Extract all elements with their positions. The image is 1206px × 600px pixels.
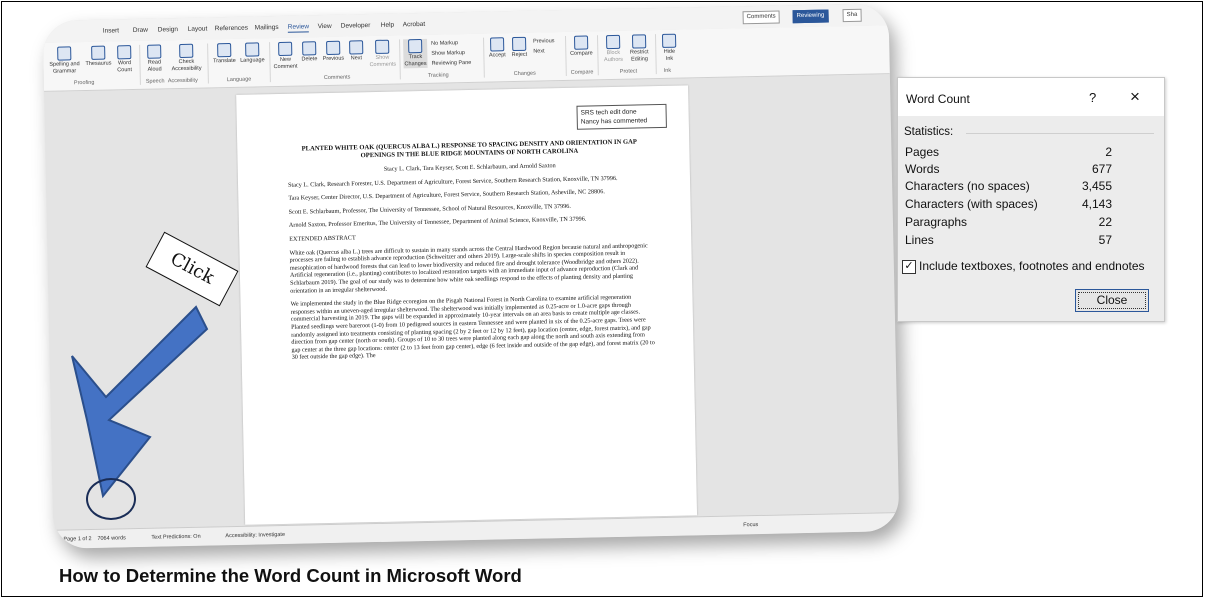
- divider: [966, 133, 1154, 134]
- stat-value: 22: [1098, 215, 1112, 229]
- separator: [399, 39, 401, 80]
- show-markup-button[interactable]: Show Markup: [431, 50, 465, 57]
- comment-line: Nancy has commented: [580, 117, 648, 126]
- hide-ink-icon: [661, 33, 677, 48]
- group-protect: Protect: [619, 68, 638, 75]
- affiliation: Scott E. Schlarbaum, Professor, The Univ…: [288, 202, 571, 216]
- document-body: PLANTED WHITE OAK (QUERCUS ALBA L.) RESP…: [287, 138, 656, 367]
- new-comment-button[interactable]: New Comment: [273, 41, 298, 71]
- tab-developer[interactable]: Developer: [341, 22, 371, 30]
- accept-button[interactable]: Accept: [487, 37, 507, 59]
- group-comments: Comments: [323, 74, 351, 82]
- stat-value: 3,455: [1081, 179, 1112, 193]
- caption: How to Determine the Word Count in Micro…: [59, 565, 522, 586]
- tab-acrobat[interactable]: Acrobat: [403, 21, 426, 28]
- focus-button[interactable]: Focus: [743, 522, 758, 528]
- section-heading: EXTENDED ABSTRACT: [289, 234, 356, 243]
- dialog-title: Word Count: [906, 92, 970, 106]
- stat-value: 2: [1105, 145, 1112, 159]
- previous-comment-icon: [326, 40, 341, 55]
- delete-comment-button[interactable]: Delete: [299, 41, 319, 63]
- reject-icon: [512, 36, 527, 52]
- compare-icon: [573, 35, 589, 50]
- stat-value: 57: [1098, 233, 1112, 247]
- tab-review[interactable]: Review: [287, 23, 310, 33]
- new-comment-icon: [278, 41, 293, 56]
- stat-row: Lines 57: [898, 233, 1164, 250]
- stat-value: 677: [1091, 162, 1112, 176]
- separator: [483, 37, 485, 78]
- separator: [654, 34, 657, 75]
- previous-change-button[interactable]: Previous: [533, 38, 555, 44]
- block-authors-button[interactable]: Block Authors: [601, 34, 626, 64]
- close-button[interactable]: Close: [1075, 289, 1149, 312]
- hide-ink-button[interactable]: Hide Ink: [659, 33, 680, 63]
- stat-label: Characters (with spaces): [905, 197, 1038, 211]
- stat-label: Paragraphs: [905, 215, 968, 229]
- include-textboxes-checkbox[interactable]: ✓: [902, 260, 916, 274]
- document-authors: Stacy L. Clark, Tara Keyser, Scott E. Sc…: [383, 162, 556, 173]
- stat-row: Pages 2: [898, 145, 1164, 162]
- arrow-shape: [71, 305, 209, 499]
- document-page[interactable]: SRS tech edit done Nancy has commented P…: [236, 85, 698, 525]
- next-change-button[interactable]: Next: [533, 48, 544, 54]
- dialog-titlebar: Word Count ? ×: [898, 78, 1164, 116]
- restrict-editing-button[interactable]: Restrict Editing: [627, 34, 652, 63]
- stat-label: Characters (no spaces): [905, 179, 1030, 193]
- next-comment-button[interactable]: Next: [347, 40, 365, 62]
- block-authors-icon: [605, 34, 621, 50]
- accept-icon: [490, 37, 505, 52]
- help-icon[interactable]: ?: [1089, 90, 1096, 105]
- affiliation: Tara Keyser, Center Director, U.S. Depar…: [288, 188, 605, 202]
- comment-box[interactable]: SRS tech edit done Nancy has commented: [576, 103, 667, 130]
- separator: [596, 35, 599, 76]
- delete-comment-icon: [302, 41, 317, 56]
- reviewing-button[interactable]: Reviewing: [792, 9, 829, 24]
- markup-dropdown[interactable]: No Markup: [431, 40, 458, 47]
- previous-comment-button[interactable]: Previous: [321, 40, 345, 63]
- affiliation: Arnold Saxton, Professor Emeritus, The U…: [288, 215, 587, 230]
- group-tracking: Tracking: [427, 72, 449, 79]
- group-changes: Changes: [513, 70, 536, 78]
- separator: [269, 42, 271, 83]
- group-compare: Compare: [570, 69, 594, 76]
- group-ink: Ink: [663, 67, 672, 74]
- tab-view[interactable]: View: [318, 23, 332, 30]
- stat-label: Words: [905, 162, 940, 176]
- stat-label: Lines: [905, 233, 934, 247]
- stat-row: Characters (with spaces) 4,143: [898, 197, 1164, 214]
- tab-help[interactable]: Help: [381, 22, 395, 29]
- stat-value: 4,143: [1081, 197, 1112, 211]
- affiliation: Stacy L. Clark, Research Forester, U.S. …: [287, 174, 618, 189]
- highlight-circle: [86, 478, 136, 520]
- compare-button[interactable]: Compare: [569, 35, 593, 57]
- paragraph: White oak (Quercus alba L.) trees are di…: [289, 241, 648, 295]
- track-changes-button[interactable]: Track Changes: [403, 38, 428, 69]
- show-comments-icon: [375, 39, 390, 54]
- stat-row: Characters (no spaces) 3,455: [898, 179, 1164, 196]
- next-comment-icon: [349, 40, 364, 55]
- include-textboxes-label[interactable]: Include textboxes, footnotes and endnote…: [919, 259, 1145, 273]
- stat-label: Pages: [905, 145, 940, 159]
- statistics-label: Statistics:: [904, 126, 954, 138]
- paragraph: We implemented the study in the Blue Rid…: [290, 293, 655, 362]
- share-button[interactable]: Sha: [842, 8, 862, 23]
- track-changes-icon: [408, 38, 423, 54]
- document-title: PLANTED WHITE OAK (QUERCUS ALBA L.) RESP…: [301, 138, 637, 160]
- stat-row: Paragraphs 22: [898, 215, 1164, 232]
- reject-button[interactable]: Reject: [509, 36, 529, 59]
- comments-button[interactable]: Comments: [742, 10, 780, 25]
- stat-row: Words 677: [898, 162, 1164, 179]
- close-icon[interactable]: ×: [1130, 87, 1140, 107]
- word-count-dialog: Word Count ? × Statistics: Pages 2 Words…: [897, 77, 1165, 322]
- reviewing-pane-button[interactable]: Reviewing Pane: [431, 60, 471, 67]
- separator: [564, 35, 567, 76]
- show-comments-button[interactable]: Show Comments: [369, 39, 396, 70]
- restrict-editing-icon: [631, 34, 647, 49]
